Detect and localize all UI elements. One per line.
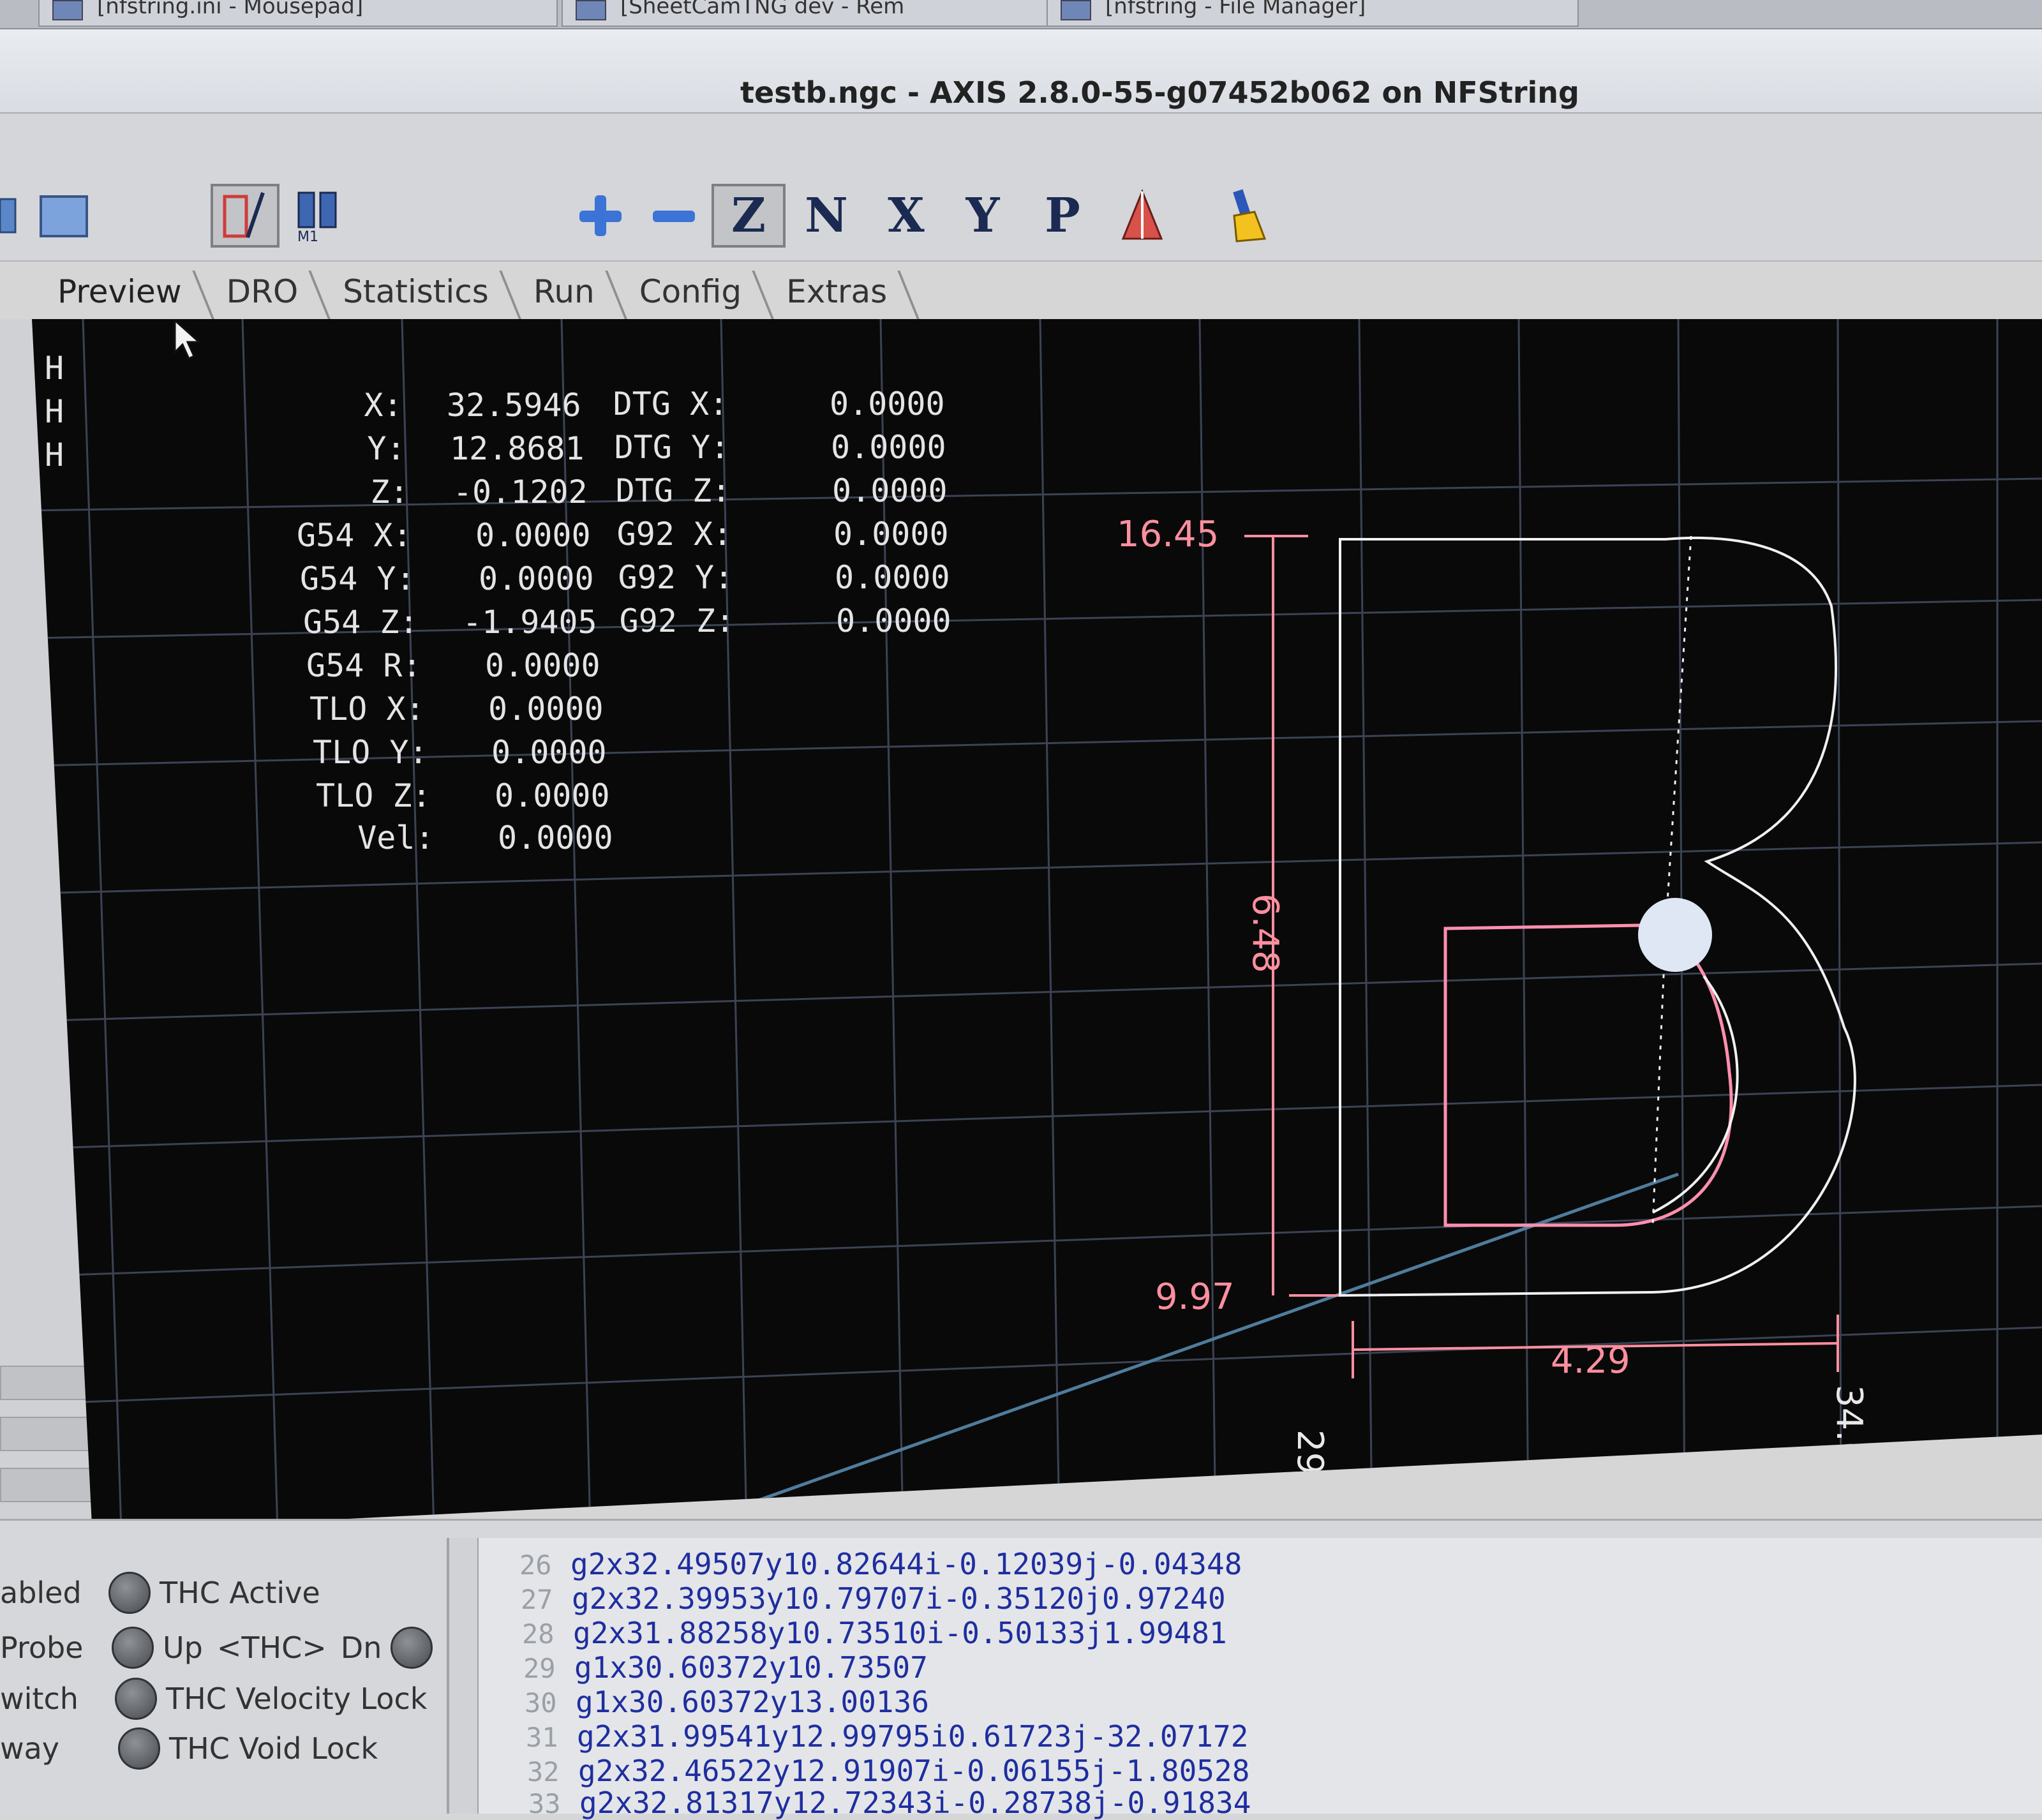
- optional-stop-button[interactable]: M1: [287, 184, 351, 248]
- step-button[interactable]: [32, 184, 96, 248]
- thc-row-active: abled THC Active: [0, 1572, 320, 1614]
- taskbar: [nfstring.ini - Mousepad] [SheetCamTNG d…: [0, 0, 2042, 29]
- tab-extras[interactable]: Extras: [767, 268, 913, 319]
- broom-icon: [1233, 189, 1267, 242]
- window-titlebar: testb.ngc - AXIS 2.8.0-55-g07452b062 on …: [0, 29, 2042, 114]
- homed-marker-y: H: [45, 393, 64, 430]
- extent-x-span-label: 4.29: [1551, 1340, 1630, 1382]
- mouse-cursor-icon: [174, 319, 202, 361]
- view-perspective-icon: P: [1045, 188, 1080, 243]
- folder-icon: [1061, 0, 1091, 20]
- plus-icon: [579, 195, 622, 236]
- zoom-out-button[interactable]: [641, 184, 705, 248]
- gcode-line[interactable]: 29 g1x30.60372y10.73507: [523, 1650, 928, 1685]
- tab-statistics[interactable]: Statistics: [324, 268, 514, 319]
- view-y-icon: Y: [965, 188, 1000, 243]
- thc-up-led: [112, 1627, 154, 1669]
- view-rotated-z-icon: N: [805, 188, 848, 243]
- dro-overlay: H H H X: 32.5946 Y: 12.8681 Z: -0.1202 G54 …: [32, 319, 951, 893]
- window-title: testb.ngc - AXIS 2.8.0-55-g07452b062 on …: [740, 75, 1579, 110]
- gcode-line[interactable]: 30 g1x30.60372y13.00136: [525, 1685, 929, 1719]
- gcode-line[interactable]: 32 g2x32.46522y12.91907i-0.06155j-1.80528: [527, 1754, 1249, 1788]
- dro-row: Vel: 0.0000: [357, 819, 613, 856]
- homed-marker-x: H: [45, 350, 64, 387]
- extent-y-span-label: 6.48: [1244, 893, 1286, 973]
- gcode-line[interactable]: 31 g2x31.99541y12.99795i0.61723j-32.07172: [526, 1719, 1248, 1754]
- dro-row: G92 Z: 0.0000: [619, 602, 951, 639]
- minus-icon: [653, 211, 695, 222]
- thc-row-updown: Probe Up <THC> Dn: [0, 1627, 442, 1669]
- thc-velocity-lock-led: [115, 1678, 157, 1720]
- zoom-in-button[interactable]: [568, 184, 632, 248]
- letter-b-outline: [1339, 536, 1856, 1297]
- svg-text:M1: M1: [297, 229, 318, 245]
- gcode-line[interactable]: 33 g2x32.81317y12.72343i-0.28738j-0.91834: [528, 1786, 1251, 1820]
- view-x-icon: X: [888, 188, 925, 243]
- extent-x-min-label: 29.7: [1289, 1429, 1330, 1509]
- view-rotated-z-button[interactable]: N: [794, 184, 858, 248]
- left-panel-control[interactable]: [0, 1468, 98, 1502]
- gcode-line[interactable]: 27 g2x32.39953y10.79707i-0.35120j0.97240: [521, 1581, 1226, 1616]
- taskbar-item-sheetcam[interactable]: [SheetCamTNG dev - Rem: [562, 0, 1094, 27]
- block-delete-icon: [223, 192, 265, 238]
- gcode-scrollbar[interactable]: [449, 1538, 479, 1814]
- view-x-button[interactable]: X: [874, 184, 938, 248]
- tab-dro[interactable]: DRO: [207, 268, 324, 319]
- gcode-line[interactable]: 26 g2x32.49507y10.82644i-0.12039j-0.04348: [519, 1547, 1242, 1581]
- thc-row-void: way THC Void Lock: [0, 1727, 378, 1770]
- tab-preview[interactable]: Preview: [38, 268, 207, 319]
- gcode-listing[interactable]: 26 g2x32.49507y10.82644i-0.12039j-0.04348…: [447, 1538, 2042, 1820]
- left-panel-control[interactable]: [0, 1417, 98, 1451]
- tab-run[interactable]: Run: [514, 268, 620, 319]
- extents-dimensions: [1244, 535, 1839, 1378]
- extent-y-max-label: 16.45: [1117, 514, 1219, 555]
- lead-in-path: [1651, 535, 1692, 1226]
- notebook-tabs: Preview DRO Statistics Run Config Extras: [38, 268, 913, 319]
- taskbar-item-file-manager[interactable]: [nfstring - File Manager]: [1047, 0, 1579, 27]
- thc-active-led: [108, 1572, 151, 1614]
- homed-marker-z: H: [45, 436, 64, 474]
- view-z-icon: Z: [731, 188, 766, 243]
- view-y-button[interactable]: Y: [951, 184, 1015, 248]
- gcode-line[interactable]: 28 g2x31.88258y10.73510i-0.50133j1.99481: [522, 1616, 1227, 1650]
- tab-config[interactable]: Config: [620, 268, 767, 319]
- thc-row-velocity: witch THC Velocity Lock: [0, 1678, 427, 1720]
- text-editor-icon: [52, 0, 83, 20]
- sheetcam-icon: [576, 0, 606, 20]
- optional-stop-icon: M1: [297, 191, 337, 245]
- toolbar: M1 Z N X Y P: [0, 114, 2042, 262]
- extent-x-max-label: 34.0: [1828, 1385, 1870, 1465]
- toolbar-button-partial[interactable]: [0, 184, 26, 248]
- tool-position-marker: [1638, 898, 1712, 972]
- tool-cone-icon: [1121, 189, 1163, 240]
- preview-canvas[interactable]: H H H X: 32.5946 Y: 12.8681 Z: -0.1202 G54 …: [32, 319, 2042, 1532]
- inner-pocket-outline: [1443, 923, 1733, 1227]
- toggle-tool-view-button[interactable]: [1110, 184, 1174, 248]
- optional-skip-button[interactable]: [211, 184, 279, 248]
- view-z-button[interactable]: Z: [712, 184, 786, 248]
- extent-y-min-label: 9.97: [1155, 1276, 1235, 1318]
- view-perspective-button[interactable]: P: [1031, 184, 1094, 248]
- left-panel-control[interactable]: [0, 1366, 98, 1400]
- taskbar-item-mousepad[interactable]: [nfstring.ini - Mousepad]: [38, 0, 558, 27]
- clear-plot-button[interactable]: [1212, 184, 1276, 248]
- thc-down-led: [391, 1627, 433, 1669]
- thc-void-lock-led: [118, 1727, 160, 1770]
